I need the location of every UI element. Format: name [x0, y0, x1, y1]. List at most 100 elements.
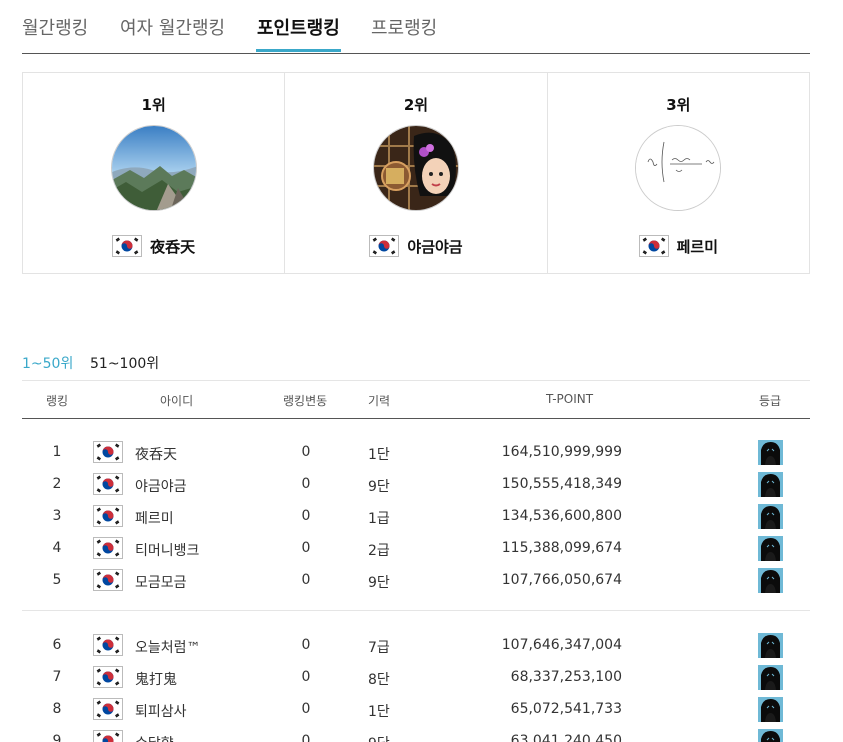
grade-silhouette-icon — [758, 504, 783, 529]
korea-flag-icon — [93, 666, 123, 688]
grade-silhouette-icon — [758, 729, 783, 742]
korea-flag-icon — [93, 473, 123, 495]
grade-silhouette-icon — [758, 697, 783, 722]
podium-card-3: 3위 페르미 — [548, 73, 809, 273]
col-header-grade: 등급 — [759, 394, 782, 408]
tpoint-cell: 150,555,418,349 — [501, 476, 622, 492]
rank-change-cell: 0 — [301, 508, 311, 524]
player-id-link[interactable]: 夜呑天 — [135, 444, 177, 464]
rank-change-cell: 0 — [301, 572, 311, 588]
rank-cell: 7 — [52, 669, 62, 685]
ranking-table-header: 랭킹 아이디 랭킹변동 기력 T-POINT 등급 — [22, 380, 810, 419]
tpoint-cell: 107,766,050,674 — [501, 572, 622, 588]
level-cell: 1단 — [368, 447, 390, 463]
table-row[interactable]: 8 퇴피삼사 0 1단 65,072,541,733 — [22, 695, 810, 727]
rank-cell: 1 — [52, 444, 62, 460]
korea-flag-icon — [93, 537, 123, 559]
player-id-link[interactable]: 야금야금 — [135, 476, 187, 496]
table-row[interactable]: 6 오늘처럼™ 0 7급 107,646,347,004 — [22, 631, 810, 663]
rank-change-cell: 0 — [301, 637, 311, 653]
tab-women-monthly-ranking[interactable]: 여자 월간랭킹 — [120, 14, 225, 40]
podium-player-name[interactable]: 夜呑天 — [150, 236, 195, 257]
grade-silhouette-icon — [758, 472, 783, 497]
rank-change-cell: 0 — [301, 669, 311, 685]
col-header-rank: 랭킹 — [46, 394, 69, 408]
table-row[interactable]: 9 수달향 0 9단 63,041,240,450 — [22, 727, 810, 742]
rank-cell: 2 — [52, 476, 62, 492]
player-id-link[interactable]: 鬼打鬼 — [135, 669, 177, 689]
grade-silhouette-icon — [758, 568, 783, 593]
group-divider — [22, 610, 810, 611]
korea-flag-icon — [369, 235, 400, 257]
player-id-link[interactable]: 티머니뱅크 — [135, 540, 199, 560]
level-cell: 7급 — [368, 640, 390, 656]
tpoint-cell: 107,646,347,004 — [501, 637, 622, 653]
podium-card-2: 2위 야금야금 — [285, 73, 548, 273]
table-row[interactable]: 5 모금모금 0 9단 107,766,050,674 — [22, 566, 810, 598]
korea-flag-icon — [93, 634, 123, 656]
tpoint-cell: 63,041,240,450 — [510, 733, 622, 742]
player-id-link[interactable]: 퇴피삼사 — [135, 701, 187, 721]
rank-change-cell: 0 — [301, 540, 311, 556]
rank-change-cell: 0 — [301, 476, 311, 492]
player-id-link[interactable]: 수달향 — [135, 733, 174, 742]
tab-pro-ranking[interactable]: 프로랭킹 — [371, 14, 437, 40]
level-cell: 8단 — [368, 672, 390, 688]
point-ranking-page: 월간랭킹 여자 월간랭킹 포인트랭킹 프로랭킹 1위 夜呑天 2위 야금야금 3… — [0, 0, 843, 742]
tab-point-ranking[interactable]: 포인트랭킹 — [257, 14, 340, 40]
rank-cell: 4 — [52, 540, 62, 556]
grade-silhouette-icon — [758, 665, 783, 690]
mountain-landscape-avatar[interactable] — [110, 125, 197, 211]
col-header-level: 기력 — [368, 394, 391, 408]
tpoint-cell: 115,388,099,674 — [501, 540, 622, 556]
cartoon-girl-avatar[interactable] — [372, 125, 459, 211]
korea-flag-icon — [93, 505, 123, 527]
table-row[interactable]: 7 鬼打鬼 0 8단 68,337,253,100 — [22, 663, 810, 695]
tab-monthly-ranking[interactable]: 월간랭킹 — [22, 14, 88, 40]
col-header-rank-change: 랭킹변동 — [283, 394, 328, 408]
podium-player-name[interactable]: 페르미 — [677, 236, 718, 257]
korea-flag-icon — [93, 730, 123, 742]
level-cell: 2급 — [368, 543, 390, 559]
level-cell: 1급 — [368, 511, 390, 527]
korea-flag-icon — [112, 235, 143, 257]
tpoint-cell: 134,536,600,800 — [501, 508, 622, 524]
korea-flag-icon — [638, 235, 669, 257]
rank-change-cell: 0 — [301, 733, 311, 742]
range-1-50-tab[interactable]: 1~50위 — [22, 353, 73, 373]
table-row[interactable]: 4 티머니뱅크 0 2급 115,388,099,674 — [22, 534, 810, 566]
rank-cell: 5 — [52, 572, 62, 588]
grade-silhouette-icon — [758, 536, 783, 561]
player-id-link[interactable]: 오늘처럼™ — [135, 637, 201, 657]
korea-flag-icon — [93, 698, 123, 720]
rank-cell: 8 — [52, 701, 62, 717]
rank-cell: 9 — [52, 733, 62, 742]
podium-rank-label: 2위 — [403, 96, 429, 114]
range-51-100-tab[interactable]: 51~100위 — [90, 353, 159, 373]
level-cell: 1단 — [368, 704, 390, 720]
rank-change-cell: 0 — [301, 701, 311, 717]
table-row[interactable]: 3 페르미 0 1급 134,536,600,800 — [22, 502, 810, 534]
table-row[interactable]: 2 야금야금 0 9단 150,555,418,349 — [22, 470, 810, 502]
tpoint-cell: 65,072,541,733 — [510, 701, 622, 717]
grade-silhouette-icon — [758, 633, 783, 658]
top3-podium: 1위 夜呑天 2위 야금야금 3위 페르미 — [22, 72, 810, 274]
rank-cell: 3 — [52, 508, 62, 524]
level-cell: 9단 — [368, 479, 390, 495]
active-tab-indicator — [256, 49, 341, 52]
podium-player-name[interactable]: 야금야금 — [407, 236, 462, 257]
player-id-link[interactable]: 페르미 — [135, 508, 174, 528]
table-row[interactable]: 1 夜呑天 0 1단 164,510,999,999 — [22, 438, 810, 470]
player-id-link[interactable]: 모금모금 — [135, 572, 187, 592]
rank-cell: 6 — [52, 637, 62, 653]
korea-flag-icon — [93, 441, 123, 463]
podium-rank-label: 3위 — [666, 96, 691, 114]
level-cell: 9단 — [368, 575, 390, 591]
tpoint-cell: 164,510,999,999 — [501, 444, 622, 460]
korea-flag-icon — [93, 569, 123, 591]
formula-handwriting-avatar[interactable] — [635, 125, 722, 211]
rank-change-cell: 0 — [301, 444, 311, 460]
tpoint-cell: 68,337,253,100 — [510, 669, 622, 685]
grade-silhouette-icon — [758, 440, 783, 465]
ranking-tabs: 월간랭킹 여자 월간랭킹 포인트랭킹 프로랭킹 — [22, 0, 810, 54]
